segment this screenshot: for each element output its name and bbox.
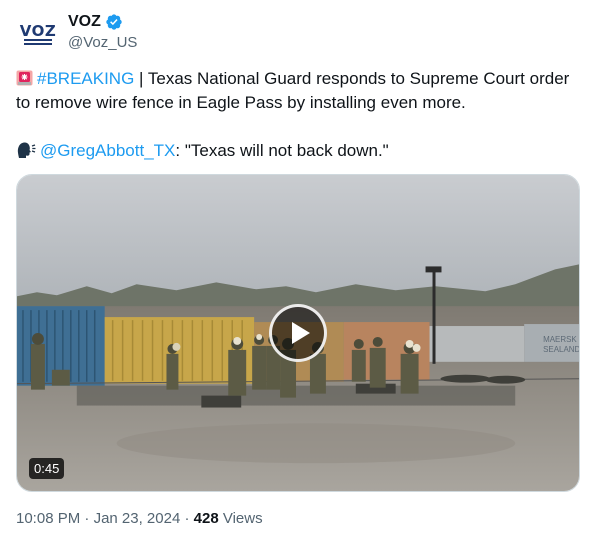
tweet-quote-text: : "Texas will not back down."	[175, 141, 389, 160]
speaking-head-icon	[17, 142, 36, 158]
verified-badge-icon	[106, 14, 122, 30]
avatar-logo-text: VOZ	[19, 21, 57, 40]
views-count[interactable]: 428	[194, 510, 219, 527]
author-handle[interactable]: @Voz_US	[68, 34, 137, 51]
tweet-meta: 10:08 PM · Jan 23, 2024 · 428 Views	[16, 510, 263, 527]
container-label: MAERSK	[543, 335, 577, 344]
author-name-row[interactable]: VOZ	[68, 13, 123, 31]
video-duration: 0:45	[29, 458, 65, 479]
police-siren-icon	[16, 70, 33, 86]
meta-separator-2: ·	[184, 510, 190, 527]
video-player[interactable]: MAERSK SEALAND 0:45	[16, 174, 580, 492]
avatar-logo-bars	[24, 38, 52, 45]
tweet-date[interactable]: Jan 23, 2024	[94, 510, 181, 527]
play-button[interactable]	[269, 304, 327, 362]
hashtag-breaking-link[interactable]: #BREAKING	[37, 69, 134, 88]
tweet-text: #BREAKING | Texas National Guard respond…	[16, 67, 576, 163]
views-label: Views	[222, 510, 263, 527]
avatar[interactable]: VOZ	[16, 12, 60, 56]
display-name[interactable]: VOZ	[68, 13, 101, 31]
meta-separator: ·	[84, 510, 90, 527]
play-icon	[291, 322, 310, 344]
tweet-time[interactable]: 10:08 PM	[16, 510, 80, 527]
svg-text:SEALAND: SEALAND	[543, 345, 579, 354]
mention-gregabbott-link[interactable]: @GregAbbott_TX	[40, 141, 175, 160]
